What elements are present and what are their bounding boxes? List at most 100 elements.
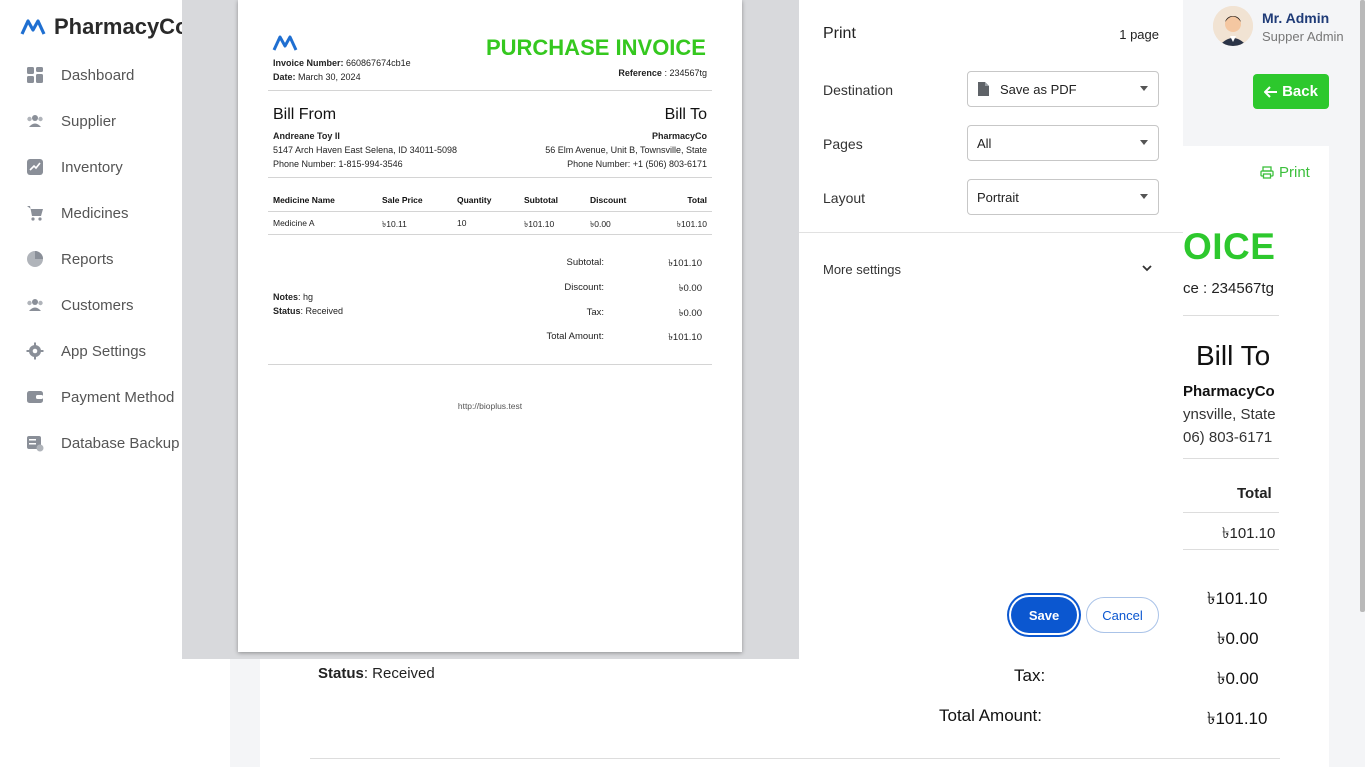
summary-total-label: Total Amount:: [939, 706, 1043, 725]
summary-value: ৳101.10: [668, 258, 702, 269]
user-avatar-icon: [1213, 6, 1253, 46]
sidebar-item-label: Reports: [61, 250, 114, 268]
divider: [1183, 458, 1279, 459]
column-header: Quantity: [457, 195, 492, 205]
sidebar-item-label: Supplier: [61, 112, 117, 130]
notes-value: : hg: [298, 292, 314, 302]
invoice-date-value: March 30, 2024: [298, 72, 361, 82]
user-name[interactable]: Mr. Admin: [1262, 10, 1329, 26]
summary-value: ৳101.10: [668, 332, 702, 343]
pie-chart-icon: [27, 251, 43, 267]
destination-label: Destination: [823, 82, 894, 98]
invoice-number-value: 660867674cb1e: [346, 58, 411, 68]
sidebar-item-payment-method[interactable]: Payment Method: [26, 388, 174, 406]
pages-select[interactable]: All: [967, 125, 1159, 161]
sidebar-item-dashboard[interactable]: Dashboard: [26, 66, 134, 84]
inventory-icon: [27, 159, 43, 175]
reference-label: Reference: [618, 68, 662, 78]
user-role: Supper Admin: [1262, 29, 1344, 44]
column-header: Discount: [590, 195, 627, 205]
destination-value: Save as PDF: [1000, 81, 1077, 97]
table-cell: ৳101.10: [524, 219, 555, 229]
invoice-number-label: Invoice Number:: [273, 58, 344, 68]
sidebar-item-label: Inventory: [61, 158, 123, 176]
print-dialog-title: Print: [823, 25, 856, 42]
sidebar-item-label: Customers: [61, 296, 134, 314]
divider: [799, 232, 1183, 233]
summary-subtotal: ৳101.10: [1207, 589, 1268, 608]
layout-label: Layout: [823, 190, 866, 206]
summary-label: Subtotal:: [566, 257, 605, 268]
wallet-icon: [27, 391, 43, 403]
page-scrollbar[interactable]: [1360, 0, 1365, 612]
bill-from-address: 5147 Arch Haven East Selena, ID 34011-50…: [273, 145, 457, 155]
bill-to-address: ynsville, State: [1183, 406, 1276, 423]
bill-to-company: PharmacyCo: [1183, 383, 1275, 400]
table-cell: Medicine A: [273, 218, 315, 228]
sidebar-item-reports[interactable]: Reports: [26, 250, 114, 268]
table-cell: ৳10.11: [382, 219, 407, 229]
chevron-down-icon: [1140, 140, 1148, 145]
sidebar-item-supplier[interactable]: Supplier: [26, 112, 116, 130]
document-icon: [978, 82, 989, 96]
sidebar-item-label: App Settings: [61, 342, 147, 360]
footer-url: http://bioplus.test: [457, 401, 523, 411]
divider: [1183, 549, 1279, 550]
back-button[interactable]: Back: [1253, 74, 1329, 109]
avatar[interactable]: [1213, 6, 1253, 46]
invoice-notes: Notes: hg: [273, 292, 313, 302]
bill-to-heading: Bill To: [1196, 340, 1271, 371]
gear-icon: [26, 342, 44, 360]
sidebar-item-database-backup[interactable]: Database Backup: [26, 434, 179, 452]
summary-label: Total Amount:: [546, 331, 604, 342]
bill-to-phone: Phone Number: +1 (506) 803-6171: [567, 159, 707, 169]
summary-discount: ৳0.00: [1217, 629, 1259, 648]
sidebar-item-customers[interactable]: Customers: [26, 296, 134, 314]
print-settings-panel: Print 1 page Destination Save as PDF Pag…: [799, 0, 1183, 659]
bill-to-phone: 06) 803-6171: [1183, 429, 1273, 446]
divider: [1183, 512, 1279, 513]
logo-icon: [272, 35, 298, 51]
sidebar-item-label: Payment Method: [61, 388, 175, 406]
status-text: Status: Received: [318, 665, 435, 682]
more-settings-toggle[interactable]: More settings: [823, 262, 901, 277]
divider: [268, 364, 712, 365]
pages-label: Pages: [823, 136, 863, 152]
total-column-header: Total: [1237, 485, 1272, 502]
column-header: Medicine Name: [273, 195, 335, 205]
print-link[interactable]: Print: [1260, 164, 1310, 181]
layout-select[interactable]: Portrait: [967, 179, 1159, 215]
invoice-number: Invoice Number: 660867674cb1e: [273, 58, 411, 68]
sidebar-item-label: Medicines: [61, 204, 129, 222]
bill-from-name: Andreane Toy II: [273, 131, 340, 141]
page-count: 1 page: [1119, 27, 1159, 42]
print-label: Print: [1279, 164, 1310, 181]
invoice-title: PURCHASE INVOICE: [485, 35, 706, 60]
column-header: Total: [687, 195, 707, 205]
sidebar-item-app-settings[interactable]: App Settings: [26, 342, 146, 360]
sidebar-item-inventory[interactable]: Inventory: [26, 158, 123, 176]
customers-icon: [27, 299, 43, 311]
table-cell: 10: [457, 218, 467, 228]
summary-tax: ৳0.00: [1217, 669, 1259, 688]
column-header: Subtotal: [524, 195, 558, 205]
destination-select[interactable]: Save as PDF: [967, 71, 1159, 107]
sidebar-item-medicines[interactable]: Medicines: [26, 204, 129, 222]
chevron-down-icon[interactable]: [1141, 262, 1153, 274]
invoice-title-fragment: OICE: [1183, 226, 1276, 267]
cancel-button[interactable]: Cancel: [1086, 597, 1159, 633]
logo-icon: [20, 19, 46, 35]
reference-value: : 234567tg: [664, 68, 707, 78]
sidebar-item-label: Dashboard: [61, 66, 135, 84]
divider: [268, 211, 712, 212]
back-label: Back: [1282, 83, 1318, 100]
print-preview-page: Invoice Number: 660867674cb1e Date: Marc…: [238, 0, 742, 652]
invoice-date-label: Date:: [273, 72, 296, 82]
brand[interactable]: PharmacyCo: [20, 14, 189, 40]
summary-value: ৳0.00: [678, 308, 702, 319]
table-cell: ৳101.10: [676, 219, 707, 229]
status-value: : Received: [363, 665, 435, 682]
save-button[interactable]: Save: [1011, 597, 1077, 633]
pages-value: All: [977, 135, 992, 151]
invoice-status: Status: Received: [273, 306, 343, 316]
